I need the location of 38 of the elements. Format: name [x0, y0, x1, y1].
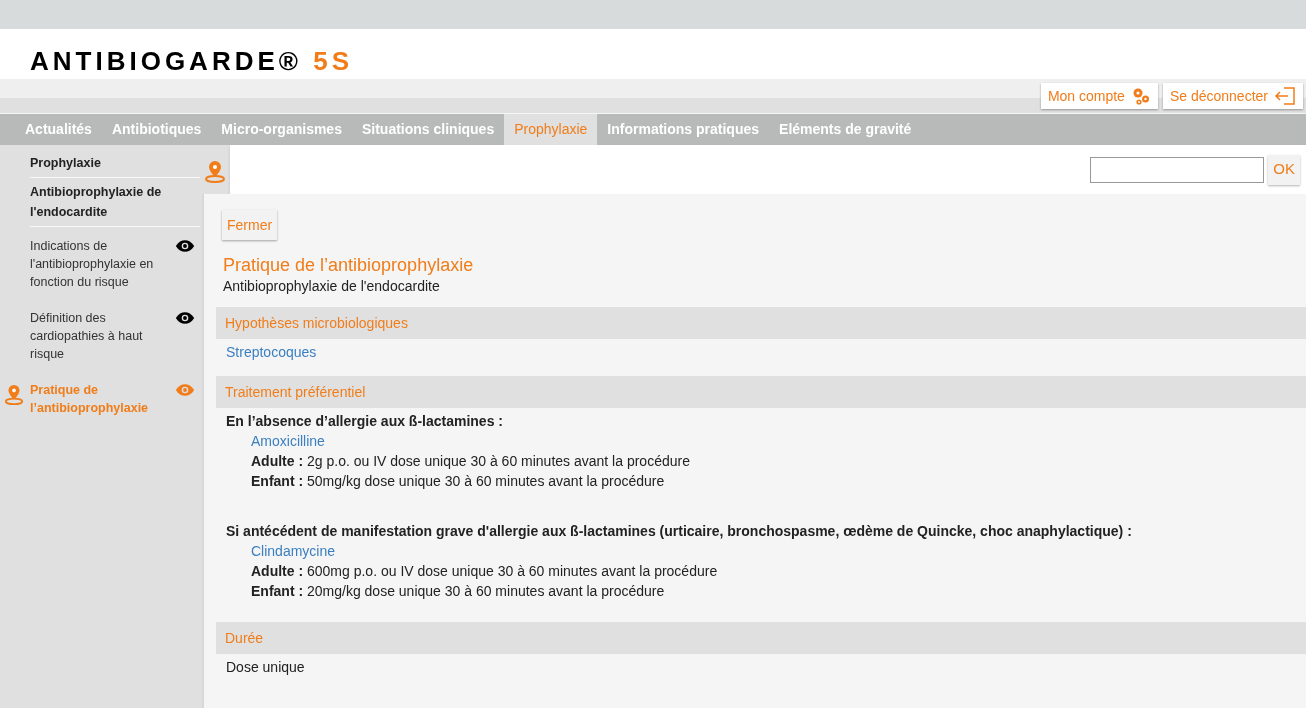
organism-link[interactable]: Streptocoques: [226, 344, 317, 360]
nav-tab[interactable]: Antibiotiques: [101, 114, 212, 145]
sidebar-link[interactable]: Pratique de l’antibioprophylaxie: [30, 381, 175, 417]
close-button[interactable]: Fermer: [222, 210, 278, 240]
nav-tab[interactable]: Informations pratiques: [597, 114, 770, 145]
dose-text: Adulte : 600mg p.o. ou IV dose unique 30 à 60 minutes avant la procédure: [250, 562, 719, 581]
sidebar-link[interactable]: Indications de l'antibioprophylaxie en fonction du risque: [30, 237, 175, 291]
location-pin-icon: [203, 159, 227, 185]
app-logo: ANTIBIOGARDE® 5S: [30, 44, 353, 78]
logout-icon: [1274, 86, 1296, 106]
eye-icon[interactable]: [175, 311, 195, 325]
page-title: Pratique de l’antibioprophylaxie: [222, 254, 475, 276]
search-button[interactable]: OK: [1268, 154, 1300, 185]
nav-tab[interactable]: Actualités: [15, 114, 102, 145]
account-button[interactable]: Mon compte: [1040, 83, 1158, 109]
dose-text: Adulte : 2g p.o. ou IV dose unique 30 à 60 minutes avant la procédure: [250, 452, 691, 471]
sidebar-link[interactable]: Définition des cardiopathies à haut risque: [30, 309, 175, 363]
drug-link[interactable]: Amoxicilline: [226, 431, 1306, 451]
breadcrumb-link[interactable]: Prophylaxie: [30, 153, 180, 173]
dose-text: Enfant : 20mg/kg dose unique 30 à 60 minutes avant la procédure: [250, 582, 666, 601]
location-pin-icon: [3, 383, 25, 407]
nav-tab[interactable]: Eléments de gravité: [769, 114, 922, 145]
section-header: Traitement préférentiel: [216, 376, 1306, 408]
breadcrumb-link[interactable]: Antibioprophylaxie de l'endocardite: [30, 182, 180, 222]
nav-tab[interactable]: Situations cliniques: [351, 114, 505, 145]
search-field[interactable]: [1090, 156, 1265, 183]
condition-text: Si antécédent de manifestation grave d'allergie aux ß-lactamines (urticaire, bronchospasme, œdème de Quincke, choc anaphylactique) :: [226, 522, 1133, 541]
condition-text: En l’absence d’allergie aux ß-lactamines :: [226, 412, 504, 431]
eye-icon[interactable]: [175, 239, 195, 253]
dose-text: Enfant : 50mg/kg dose unique 30 à 60 minutes avant la procédure: [250, 472, 666, 491]
page-subtitle: Antibioprophylaxie de l'endocardite: [222, 277, 441, 296]
drug-link[interactable]: Clindamycine: [226, 541, 1306, 561]
nav-tab[interactable]: Prophylaxie: [504, 114, 598, 145]
account-button[interactable]: Se déconnecter: [1162, 83, 1303, 109]
section-text: Dose unique: [226, 659, 305, 675]
nav-tab[interactable]: Micro-organismes: [211, 114, 352, 145]
section-header: Durée: [216, 622, 1306, 654]
section-header: Hypothèses microbiologiques: [216, 307, 1306, 339]
